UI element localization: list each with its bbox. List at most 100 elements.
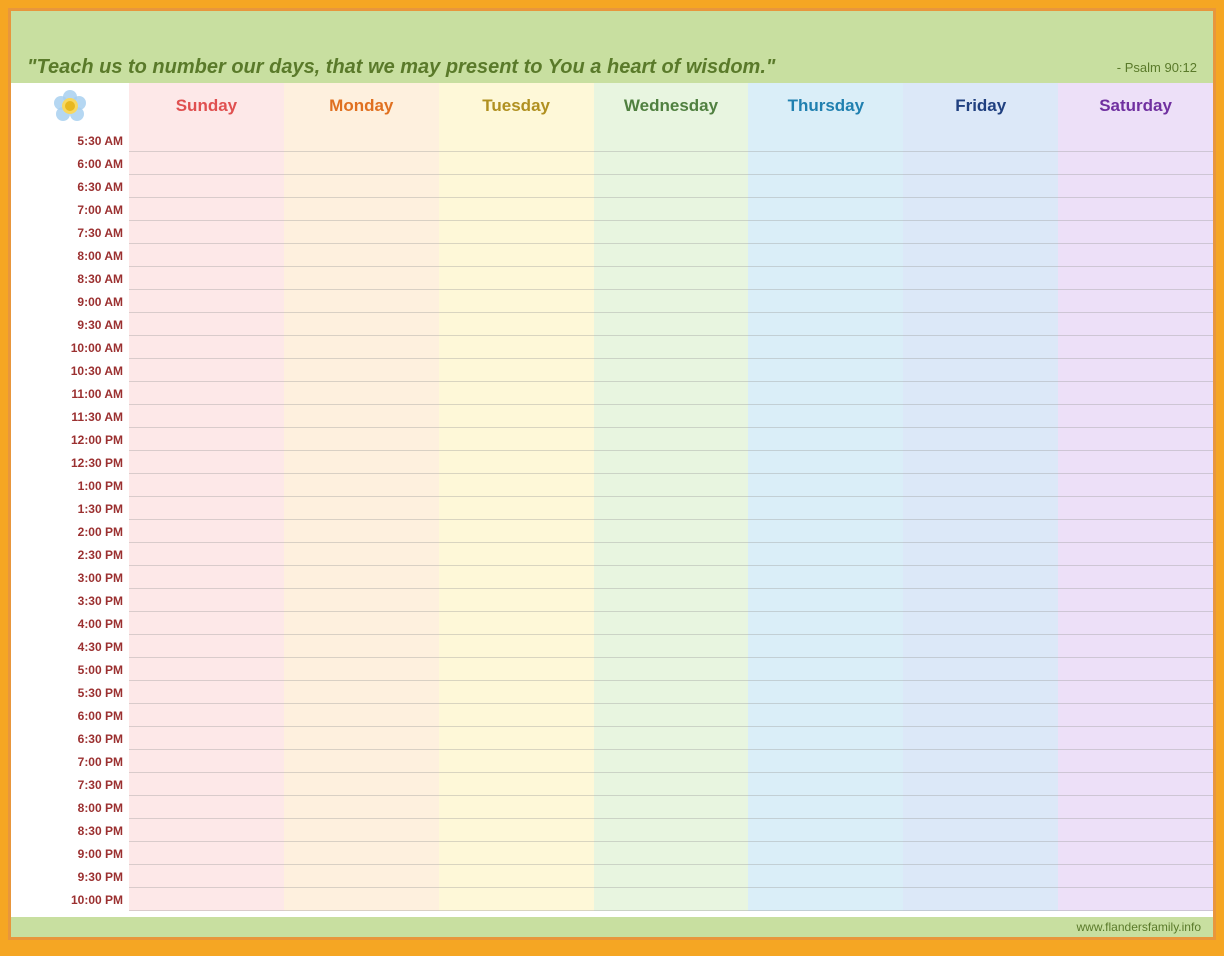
schedule-cell[interactable]: [129, 750, 284, 773]
schedule-cell[interactable]: [748, 635, 903, 658]
schedule-cell[interactable]: [129, 865, 284, 888]
schedule-cell[interactable]: [439, 221, 594, 244]
schedule-cell[interactable]: [1058, 428, 1213, 451]
schedule-cell[interactable]: [1058, 520, 1213, 543]
schedule-cell[interactable]: [903, 428, 1058, 451]
schedule-cell[interactable]: [903, 888, 1058, 911]
schedule-cell[interactable]: [748, 290, 903, 313]
schedule-cell[interactable]: [439, 589, 594, 612]
schedule-cell[interactable]: [1058, 359, 1213, 382]
schedule-cell[interactable]: [594, 750, 749, 773]
schedule-cell[interactable]: [1058, 267, 1213, 290]
schedule-cell[interactable]: [1058, 658, 1213, 681]
schedule-cell[interactable]: [1058, 589, 1213, 612]
schedule-cell[interactable]: [1058, 842, 1213, 865]
schedule-cell[interactable]: [903, 566, 1058, 589]
schedule-cell[interactable]: [129, 520, 284, 543]
schedule-cell[interactable]: [1058, 497, 1213, 520]
schedule-cell[interactable]: [129, 497, 284, 520]
schedule-cell[interactable]: [594, 865, 749, 888]
schedule-cell[interactable]: [748, 520, 903, 543]
schedule-cell[interactable]: [594, 405, 749, 428]
schedule-cell[interactable]: [903, 497, 1058, 520]
schedule-cell[interactable]: [1058, 750, 1213, 773]
schedule-cell[interactable]: [594, 612, 749, 635]
schedule-cell[interactable]: [1058, 704, 1213, 727]
schedule-cell[interactable]: [439, 129, 594, 152]
schedule-cell[interactable]: [439, 750, 594, 773]
schedule-cell[interactable]: [1058, 612, 1213, 635]
schedule-cell[interactable]: [903, 405, 1058, 428]
schedule-cell[interactable]: [748, 221, 903, 244]
schedule-cell[interactable]: [1058, 796, 1213, 819]
schedule-cell[interactable]: [903, 244, 1058, 267]
schedule-cell[interactable]: [903, 313, 1058, 336]
schedule-cell[interactable]: [129, 589, 284, 612]
schedule-cell[interactable]: [129, 313, 284, 336]
schedule-cell[interactable]: [284, 129, 439, 152]
schedule-cell[interactable]: [903, 474, 1058, 497]
schedule-cell[interactable]: [903, 336, 1058, 359]
schedule-cell[interactable]: [903, 451, 1058, 474]
schedule-cell[interactable]: [284, 612, 439, 635]
schedule-cell[interactable]: [439, 359, 594, 382]
schedule-cell[interactable]: [594, 658, 749, 681]
schedule-cell[interactable]: [1058, 221, 1213, 244]
schedule-cell[interactable]: [748, 405, 903, 428]
schedule-cell[interactable]: [594, 451, 749, 474]
schedule-cell[interactable]: [748, 428, 903, 451]
schedule-cell[interactable]: [129, 773, 284, 796]
schedule-cell[interactable]: [284, 405, 439, 428]
schedule-cell[interactable]: [594, 428, 749, 451]
schedule-cell[interactable]: [439, 405, 594, 428]
schedule-cell[interactable]: [1058, 635, 1213, 658]
schedule-cell[interactable]: [903, 773, 1058, 796]
schedule-cell[interactable]: [903, 290, 1058, 313]
schedule-cell[interactable]: [594, 497, 749, 520]
schedule-cell[interactable]: [439, 451, 594, 474]
schedule-cell[interactable]: [1058, 888, 1213, 911]
schedule-cell[interactable]: [594, 796, 749, 819]
schedule-cell[interactable]: [903, 152, 1058, 175]
schedule-cell[interactable]: [1058, 543, 1213, 566]
schedule-cell[interactable]: [748, 152, 903, 175]
schedule-cell[interactable]: [284, 888, 439, 911]
schedule-cell[interactable]: [439, 796, 594, 819]
schedule-cell[interactable]: [748, 888, 903, 911]
schedule-cell[interactable]: [748, 497, 903, 520]
schedule-cell[interactable]: [748, 750, 903, 773]
schedule-cell[interactable]: [439, 520, 594, 543]
schedule-cell[interactable]: [1058, 152, 1213, 175]
schedule-cell[interactable]: [284, 497, 439, 520]
schedule-cell[interactable]: [1058, 175, 1213, 198]
schedule-cell[interactable]: [1058, 198, 1213, 221]
schedule-cell[interactable]: [594, 359, 749, 382]
schedule-cell[interactable]: [284, 750, 439, 773]
schedule-cell[interactable]: [439, 336, 594, 359]
schedule-cell[interactable]: [903, 612, 1058, 635]
schedule-cell[interactable]: [129, 888, 284, 911]
schedule-cell[interactable]: [748, 796, 903, 819]
schedule-cell[interactable]: [129, 681, 284, 704]
schedule-cell[interactable]: [748, 612, 903, 635]
schedule-cell[interactable]: [594, 198, 749, 221]
schedule-cell[interactable]: [594, 474, 749, 497]
schedule-cell[interactable]: [129, 474, 284, 497]
schedule-cell[interactable]: [748, 474, 903, 497]
schedule-cell[interactable]: [284, 589, 439, 612]
schedule-cell[interactable]: [284, 428, 439, 451]
schedule-cell[interactable]: [129, 819, 284, 842]
schedule-cell[interactable]: [284, 658, 439, 681]
schedule-cell[interactable]: [903, 221, 1058, 244]
schedule-cell[interactable]: [439, 428, 594, 451]
schedule-cell[interactable]: [129, 612, 284, 635]
schedule-cell[interactable]: [129, 244, 284, 267]
schedule-cell[interactable]: [748, 727, 903, 750]
schedule-cell[interactable]: [748, 681, 903, 704]
schedule-cell[interactable]: [903, 842, 1058, 865]
schedule-cell[interactable]: [1058, 382, 1213, 405]
schedule-cell[interactable]: [748, 175, 903, 198]
schedule-cell[interactable]: [748, 543, 903, 566]
schedule-cell[interactable]: [439, 819, 594, 842]
schedule-cell[interactable]: [129, 152, 284, 175]
